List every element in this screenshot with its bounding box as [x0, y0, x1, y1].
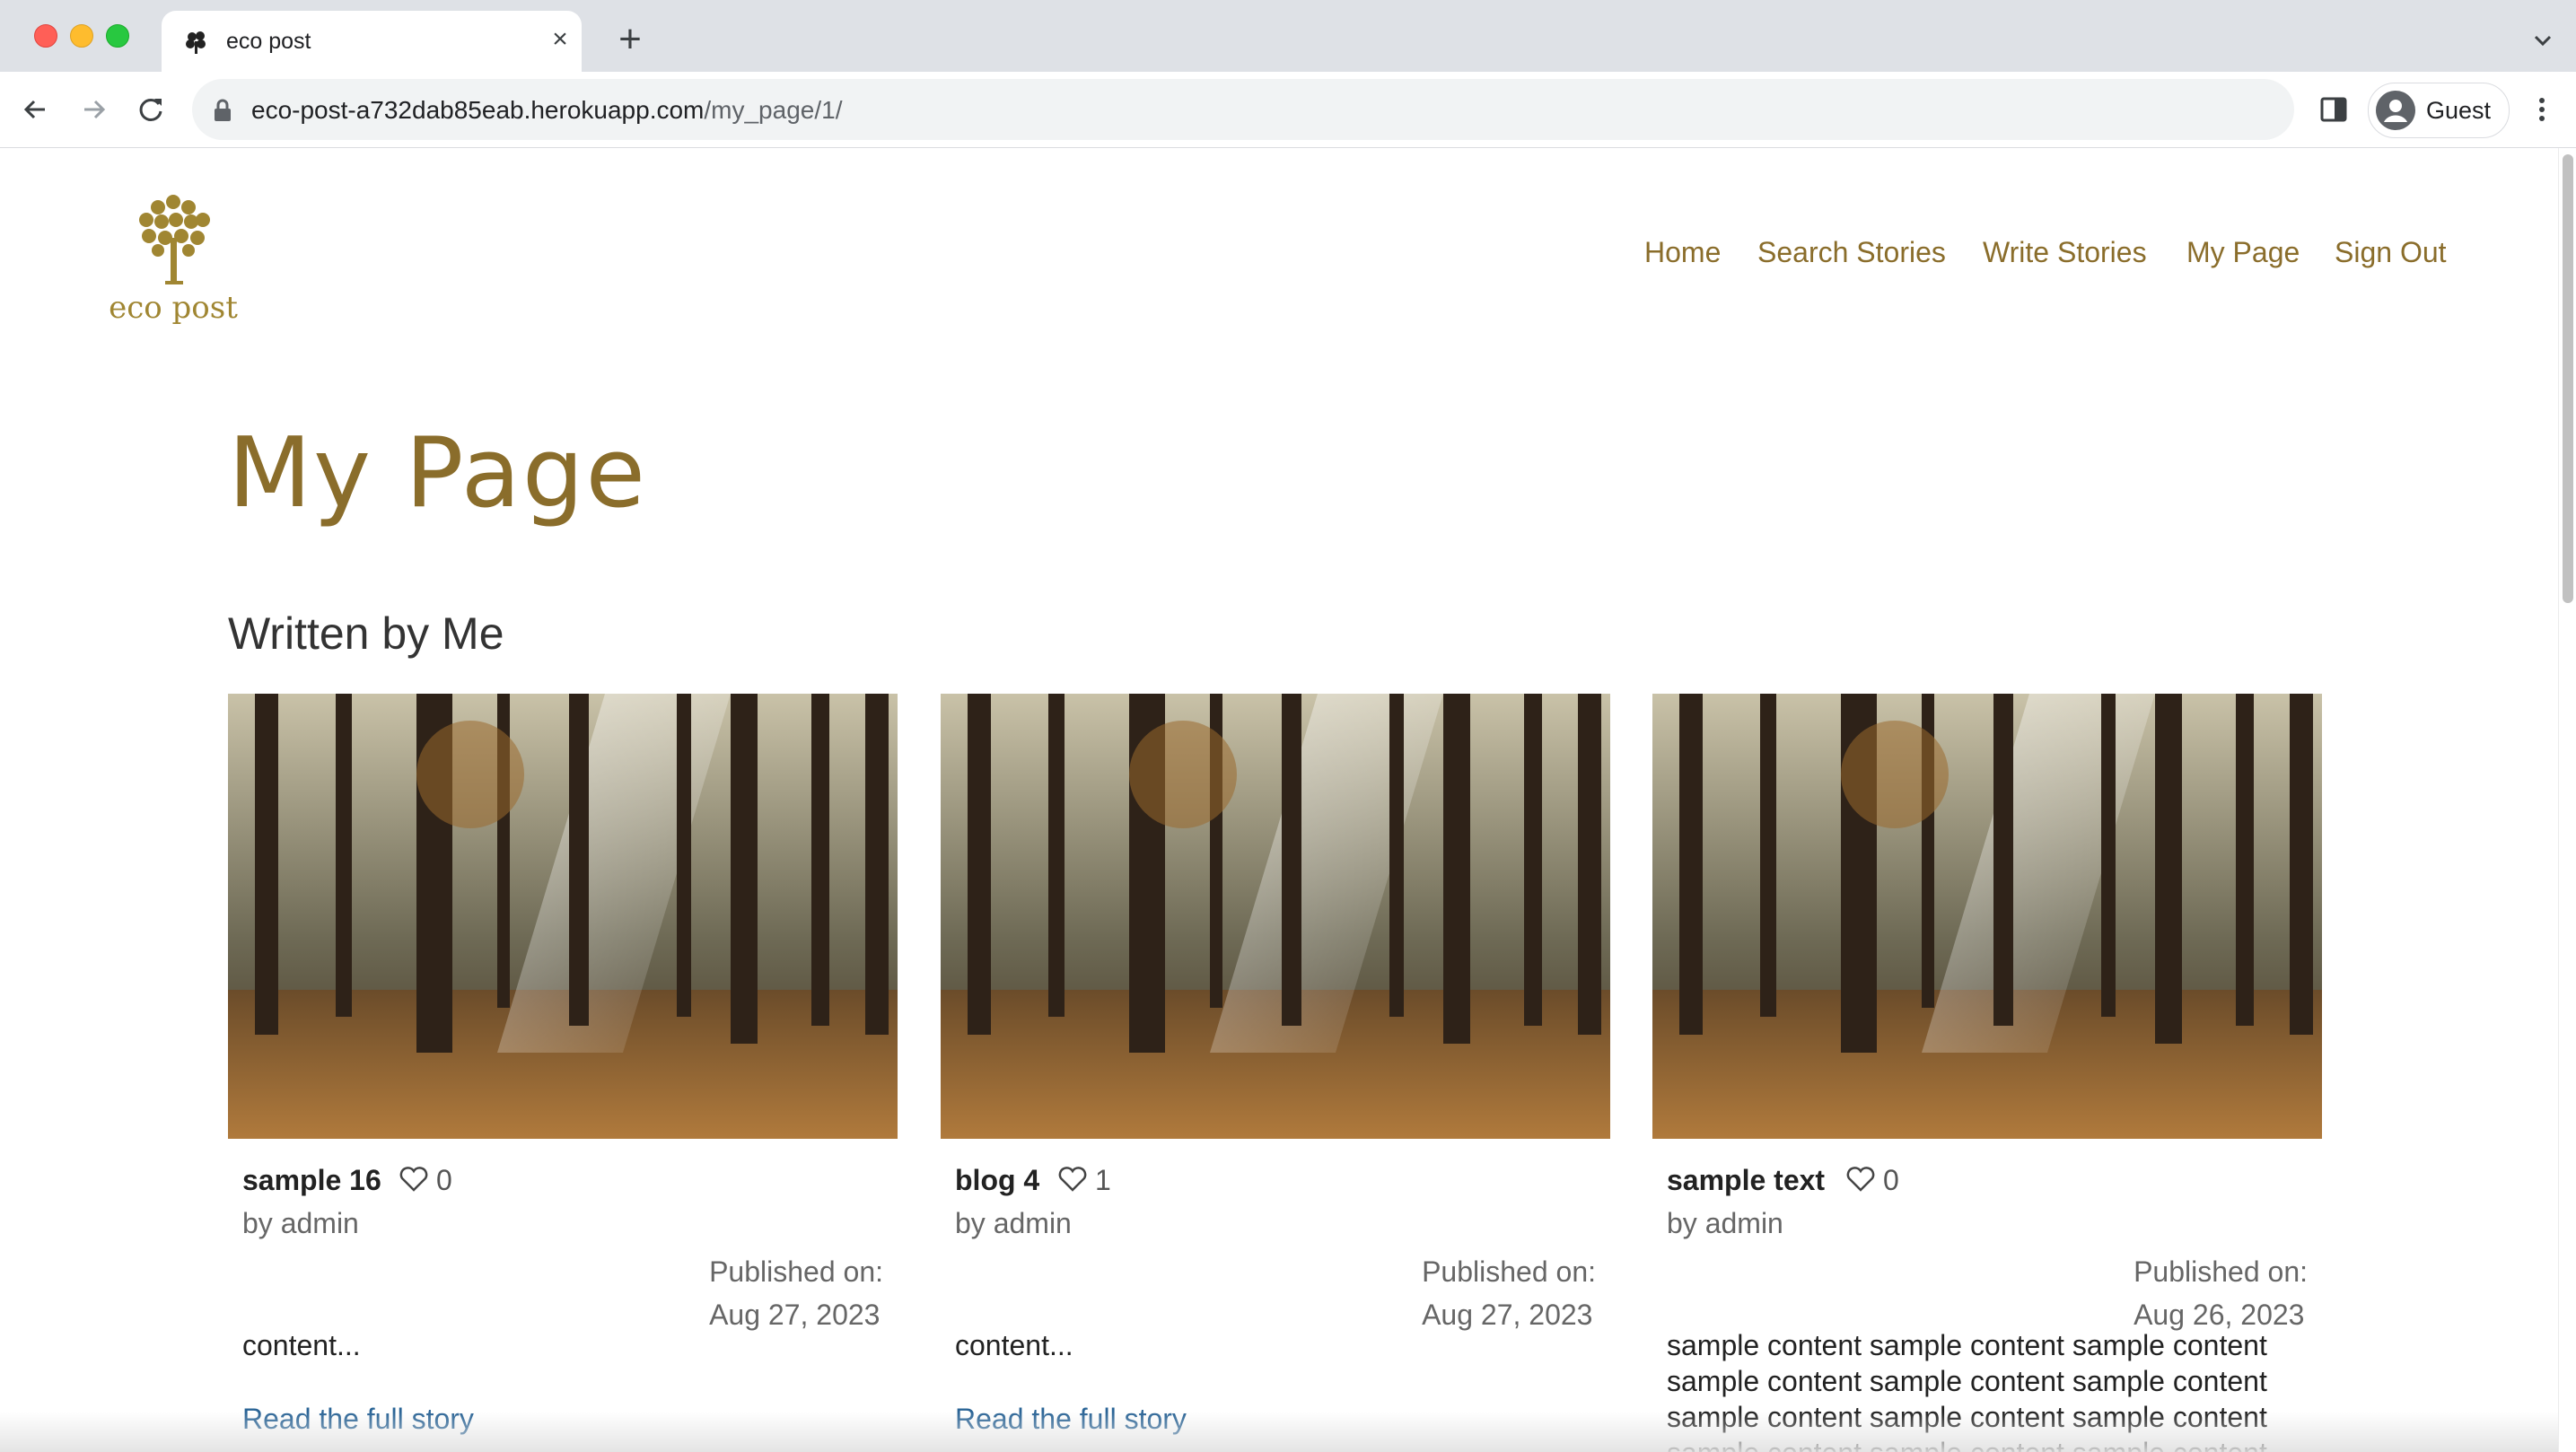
like-count: 0	[1883, 1164, 1899, 1196]
card-author: by admin	[1667, 1207, 1783, 1239]
url-path: /my_page/1/	[704, 96, 843, 124]
story-card: sample text 0 by admin Published on: Aug…	[1652, 694, 2322, 1452]
side-panel-icon[interactable]	[2318, 93, 2350, 126]
published-date: Published on: Aug 26, 2023	[2134, 1250, 2308, 1336]
forest-photo-image[interactable]	[228, 694, 898, 1139]
nav-search-stories-link[interactable]: Search Stories	[1757, 236, 1946, 269]
window-minimize-button[interactable]	[70, 24, 93, 48]
tab-search-chevron-icon[interactable]	[2529, 27, 2556, 54]
browser-tab-active[interactable]: eco post ×	[162, 11, 582, 72]
forward-arrow-icon[interactable]	[75, 92, 111, 127]
like-count: 0	[436, 1164, 452, 1196]
forest-photo-image[interactable]	[1652, 694, 2322, 1139]
card-excerpt: content...	[242, 1329, 361, 1361]
address-bar[interactable]: eco-post-a732dab85eab.herokuapp.com/my_p…	[192, 79, 2294, 140]
window-close-button[interactable]	[34, 24, 57, 48]
section-title: Written by Me	[228, 608, 504, 659]
forest-photo-image[interactable]	[941, 694, 1610, 1139]
avatar-icon	[2376, 91, 2415, 130]
page-scrollbar-thumb[interactable]	[2563, 154, 2573, 603]
reload-icon[interactable]	[133, 92, 169, 127]
nav-write-stories-link[interactable]: Write Stories	[1983, 236, 2147, 269]
card-title[interactable]: sample text	[1667, 1164, 1825, 1197]
tree-favicon-icon	[186, 31, 206, 54]
card-title[interactable]: blog 4	[955, 1164, 1039, 1197]
nav-sign-out-link[interactable]: Sign Out	[2335, 236, 2447, 269]
browser-toolbar: eco-post-a732dab85eab.herokuapp.com/my_p…	[0, 72, 2576, 148]
story-card: blog 4 1 by admin Published on: Aug 27, …	[941, 694, 1610, 1435]
back-arrow-icon[interactable]	[18, 92, 54, 127]
nav-home-link[interactable]: Home	[1644, 236, 1721, 269]
logo-text: eco post	[109, 290, 238, 326]
card-title[interactable]: sample 16	[242, 1164, 381, 1197]
story-card: sample 16 0 by admin Published on: Aug 2…	[228, 694, 898, 1435]
url-text[interactable]: eco-post-a732dab85eab.herokuapp.com/my_p…	[251, 96, 842, 125]
bottom-fade	[0, 1412, 2558, 1452]
heart-icon[interactable]	[399, 1166, 429, 1193]
heart-icon[interactable]	[1845, 1166, 1876, 1193]
published-date: Published on: Aug 27, 2023	[1422, 1250, 1596, 1336]
nav-my-page-link[interactable]: My Page	[2186, 236, 2300, 269]
new-tab-plus-icon[interactable]: +	[612, 20, 648, 59]
site-logo[interactable]: eco post	[106, 184, 241, 337]
published-label: Published on:	[2134, 1255, 2308, 1288]
like-count: 1	[1095, 1164, 1111, 1196]
published-label: Published on:	[1422, 1255, 1596, 1288]
published-label: Published on:	[709, 1255, 883, 1288]
browser-tab-strip: eco post × +	[0, 0, 2576, 72]
profile-name: Guest	[2426, 97, 2492, 124]
profile-button[interactable]: Guest	[2368, 83, 2510, 138]
tab-title: eco post	[226, 29, 311, 54]
window-zoom-button[interactable]	[106, 24, 129, 48]
tab-close-icon[interactable]: ×	[548, 26, 573, 53]
card-author: by admin	[242, 1207, 359, 1239]
url-host: eco-post-a732dab85eab.herokuapp.com	[251, 96, 705, 124]
lock-icon[interactable]	[212, 99, 233, 122]
card-author: by admin	[955, 1207, 1072, 1239]
more-menu-icon[interactable]	[2531, 92, 2553, 127]
tree-logo-icon	[139, 195, 210, 284]
card-excerpt: content...	[955, 1329, 1073, 1361]
heart-icon[interactable]	[1057, 1166, 1088, 1193]
page-viewport: eco post Home Search Stories Write Stori…	[0, 148, 2558, 1452]
published-date: Published on: Aug 27, 2023	[709, 1250, 883, 1336]
page-title: My Page	[228, 417, 647, 529]
